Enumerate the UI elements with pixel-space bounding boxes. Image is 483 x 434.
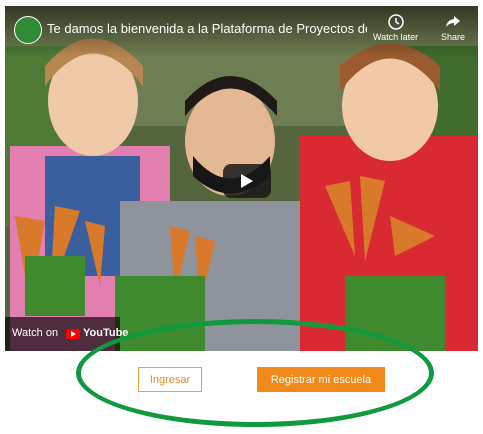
video-title[interactable]: Te damos la bienvenida a la Plataforma d… <box>47 21 367 36</box>
play-button[interactable] <box>223 164 271 198</box>
watch-later-label: Watch later <box>373 32 419 42</box>
watch-on-label: Watch on <box>12 327 59 339</box>
share-label: Share <box>441 32 466 42</box>
youtube-logo-icon <box>66 329 80 339</box>
youtube-wordmark: YouTube <box>83 327 129 339</box>
login-button[interactable]: Ingresar <box>138 367 202 392</box>
video-player[interactable]: Te damos la bienvenida a la Plataforma d… <box>5 6 478 351</box>
register-school-button[interactable]: Registrar mi escuela <box>257 367 385 392</box>
play-icon <box>241 174 253 188</box>
clock-icon <box>387 14 404 30</box>
watch-on-youtube-link[interactable]: Watch on YouTube <box>5 317 128 351</box>
channel-logo[interactable] <box>14 16 42 44</box>
share-button[interactable]: Share <box>441 14 465 42</box>
watch-later-button[interactable]: Watch later <box>373 14 418 42</box>
share-icon <box>446 16 461 27</box>
